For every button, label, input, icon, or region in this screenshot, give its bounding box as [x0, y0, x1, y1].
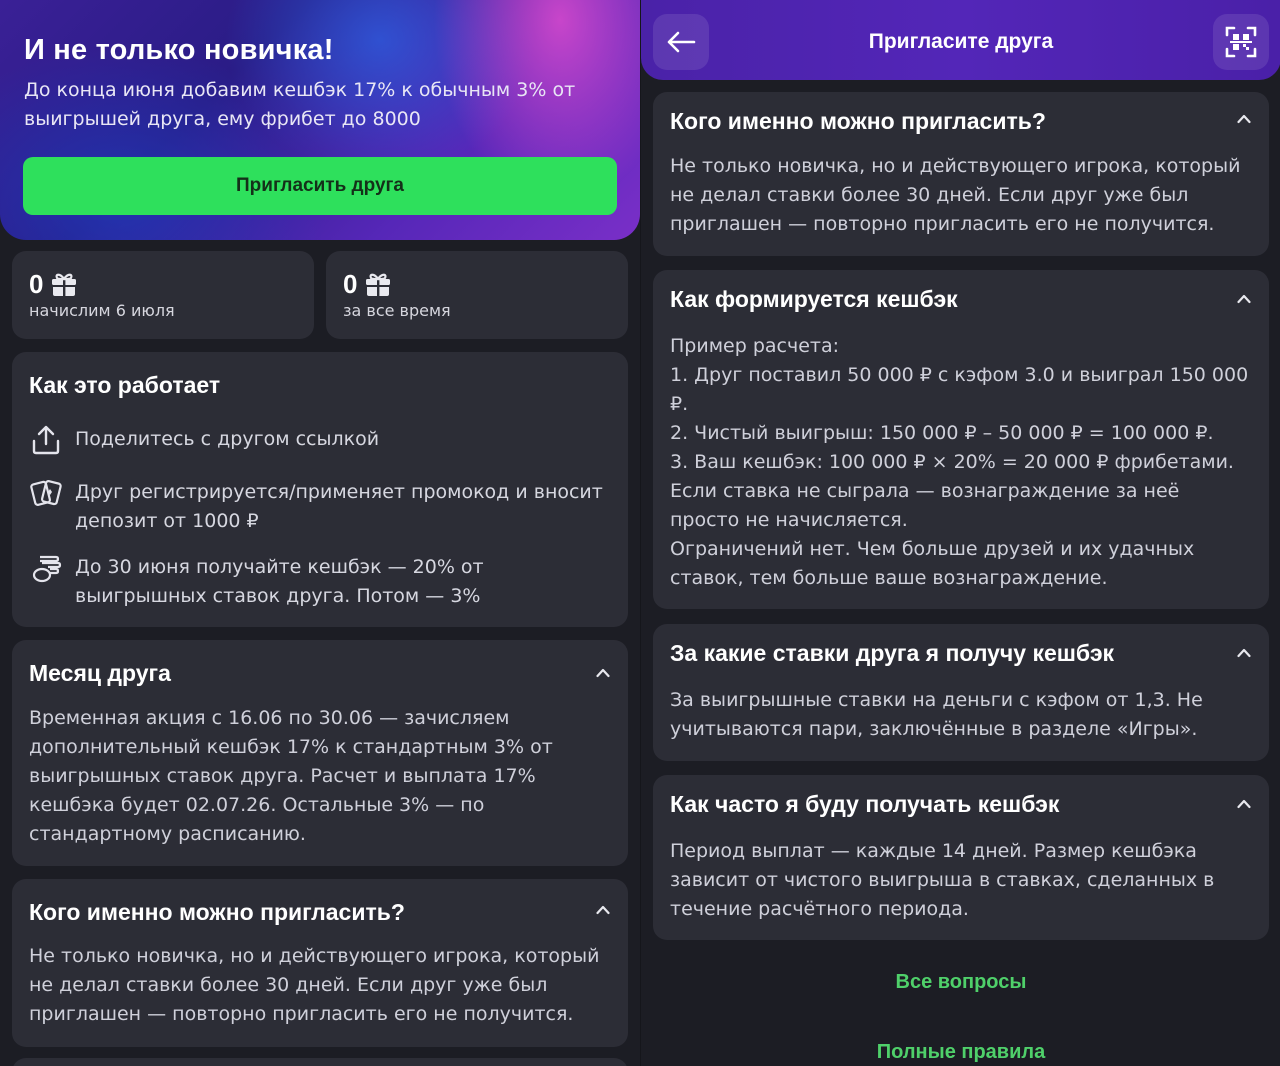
page-title: Пригласите друга	[868, 30, 1054, 53]
chevron-up-icon[interactable]	[1237, 292, 1251, 306]
chevron-up-icon[interactable]	[596, 903, 610, 917]
chevron-up-icon[interactable]	[596, 666, 610, 680]
step-text: Друг регистрируется/применяет промокод и…	[75, 481, 603, 532]
next-card-edge	[12, 1058, 628, 1066]
faq-text: Не только новичка, но и действующего игр…	[670, 155, 1241, 235]
stat-value: 0	[343, 269, 358, 299]
month-of-friend-card[interactable]: Месяц друга Временная акция с 16.06 по 3…	[12, 640, 628, 866]
faq-which-bets-card[interactable]: За какие ставки друга я получу кешбэк За…	[653, 624, 1269, 761]
promo-title: И не только новичка!	[24, 34, 334, 66]
step-text: Поделитесь с другом ссылкой	[75, 428, 380, 450]
faq-text: За выигрышные ставки на деньги с кэфом о…	[670, 689, 1203, 740]
promo-hero: И не только новичка! До конца июня добав…	[0, 0, 640, 240]
step-cashback: До 30 июня получайте кешбэк — 20% от выи…	[29, 553, 608, 611]
faq-who-card[interactable]: Кого именно можно пригласить? Не только …	[653, 92, 1269, 256]
faq-line: 2. Чистый выигрыш: 150 000 ₽ – 50 000 ₽ …	[670, 422, 1214, 444]
qr-scan-button[interactable]	[1213, 14, 1269, 70]
faq-line: 1. Друг поставил 50 000 ₽ с кэфом 3.0 и …	[670, 364, 1249, 415]
coins-icon	[32, 555, 62, 583]
faq-how-often-card[interactable]: Как часто я буду получать кешбэк Период …	[653, 775, 1269, 940]
header-bar: Пригласите друга	[641, 0, 1280, 80]
stat-value: 0	[29, 269, 44, 299]
step-register: Друг регистрируется/применяет промокод и…	[29, 478, 608, 536]
how-it-works-title: Как это работает	[29, 372, 221, 398]
invite-friend-button[interactable]: Пригласить друга	[23, 157, 617, 215]
faq-line: 3. Ваш кешбэк: 100 000 ₽ × 20% = 20 000 …	[670, 451, 1234, 473]
chevron-up-icon[interactable]	[1237, 797, 1251, 811]
faq-who-card[interactable]: Кого именно можно пригласить? Не только …	[12, 879, 628, 1047]
stat-card-total: 0 за все время	[326, 251, 628, 339]
qr-scan-icon	[1225, 26, 1257, 58]
month-text: Временная акция с 16.06 по 30.06 — зачис…	[29, 707, 553, 845]
faq-text: Не только новичка, но и действующего игр…	[29, 945, 600, 1025]
faq-text: Пример расчета: 1. Друг поставил 50 000 …	[670, 332, 1253, 593]
faq-text: Период выплат — каждые 14 дней. Размер к…	[670, 840, 1215, 920]
share-icon	[32, 425, 60, 455]
stat-label: за все время	[343, 301, 451, 320]
faq-cashback-calc-card[interactable]: Как формируется кешбэк Пример расчета: 1…	[653, 270, 1269, 609]
faq-title: За какие ставки друга я получу кешбэк	[670, 640, 1115, 666]
left-panel: И не только новичка! До конца июня добав…	[0, 0, 640, 1066]
faq-title: Как часто я буду получать кешбэк	[670, 791, 1060, 817]
gift-icon	[52, 273, 77, 296]
faq-line: Если ставка не сыграла — вознаграждение …	[670, 480, 1180, 531]
all-questions-link[interactable]: Все вопросы	[641, 971, 1280, 994]
full-rules-link[interactable]: Полные правила	[641, 1041, 1280, 1064]
month-title: Месяц друга	[29, 660, 171, 686]
faq-line: Ограничений нет. Чем больше друзей и их …	[670, 538, 1195, 589]
cards-icon	[30, 480, 62, 506]
stat-card-upcoming: 0 начислим 6 июля	[12, 251, 314, 339]
faq-title: Как формируется кешбэк	[670, 286, 958, 312]
faq-line: Пример расчета:	[670, 335, 839, 357]
faq-title: Кого именно можно пригласить?	[29, 899, 405, 925]
gift-icon	[366, 273, 391, 296]
promo-text: До конца июня добавим кешбэк 17% к обычн…	[24, 79, 576, 130]
chevron-up-icon[interactable]	[1237, 646, 1251, 660]
step-share: Поделитесь с другом ссылкой	[29, 425, 608, 457]
stat-label: начислим 6 июля	[29, 301, 175, 320]
step-text: До 30 июня получайте кешбэк — 20% от выи…	[75, 556, 484, 607]
right-panel: Пригласите друга Кого именно можно пригл…	[640, 0, 1280, 1066]
chevron-up-icon[interactable]	[1237, 112, 1251, 126]
how-it-works-card: Как это работает Поделитесь с другом ссы…	[12, 352, 628, 627]
faq-title: Кого именно можно пригласить?	[670, 108, 1046, 134]
